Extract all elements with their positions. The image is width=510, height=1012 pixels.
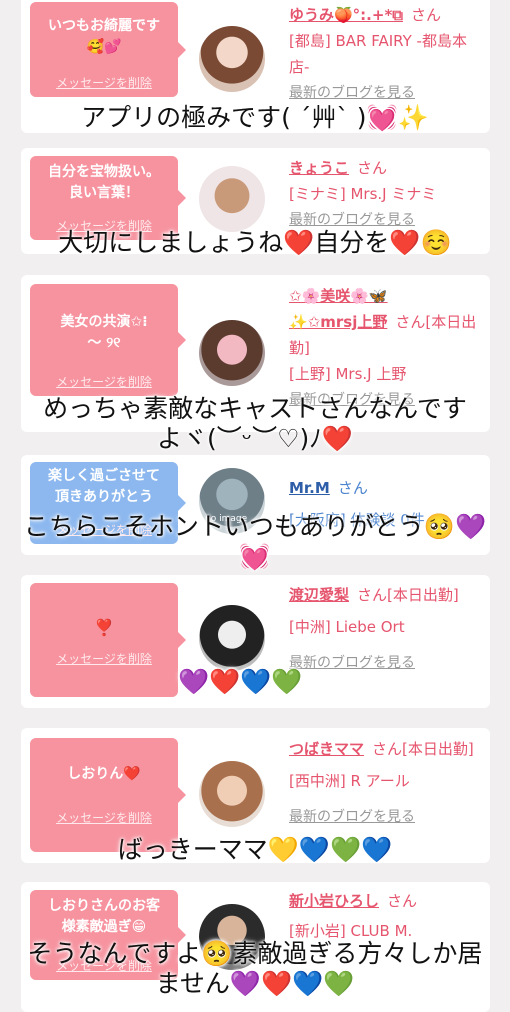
name-line: 新小岩ひろし さん — [289, 888, 485, 914]
honorific: さん[本日出勤] — [357, 586, 459, 604]
member-name-link-2[interactable]: ✨✩mrsj上野 — [289, 313, 387, 331]
member-name-link[interactable]: 新小岩ひろし — [289, 892, 379, 910]
shop-name: [西中洲] R アール — [289, 772, 410, 790]
avatar[interactable] — [199, 761, 265, 827]
message-text: ❣️ — [94, 618, 114, 637]
overlay-caption: こちらこそホントいつもありがとう🥺💜 💓 — [23, 512, 487, 571]
avatar[interactable] — [199, 166, 265, 232]
name-line: Mr.M さん — [289, 475, 485, 501]
member-name-link[interactable]: 渡辺愛梨 — [289, 586, 349, 604]
delete-message-link[interactable]: メッセージを削除 — [30, 74, 178, 91]
shop-name: [都島] BAR FAIRY -都島本店- — [289, 32, 467, 76]
message-bubble: ❣️ メッセージを削除 — [30, 583, 186, 697]
delete-message-link[interactable]: メッセージを削除 — [30, 809, 178, 826]
member-name-link[interactable]: Mr.M — [289, 479, 330, 497]
honorific: さん — [411, 6, 442, 24]
overlay-caption: アプリの極みです( ˊ艸ˋ )💓✨ — [81, 103, 429, 132]
message-bubble: いつもお綺麗です 🥰💕 メッセージを削除 — [30, 2, 186, 97]
honorific: さん — [387, 892, 418, 910]
shop-name: [上野] Mrs.J 上野 — [289, 365, 407, 383]
delete-message-link[interactable]: メッセージを削除 — [30, 373, 178, 390]
member-name-link[interactable]: ✩🌸美咲🌸🦋 — [289, 287, 388, 305]
name-line: ゆうみ🍑°:.+*⧉ さん — [289, 2, 485, 28]
shop-name: [中洲] Liebe Ort — [289, 618, 405, 636]
overlay-caption: 大切にしましょうね❤️自分を❤️☺️ — [58, 228, 452, 257]
avatar[interactable] — [199, 605, 265, 671]
message-text: 楽しく過ごさせて 頂きありがとう — [48, 468, 160, 505]
overlay-caption: そうなんですよ🥺素敵過ぎる方々しか居 ません💜❤️💙💚 — [27, 939, 483, 998]
honorific: さん — [357, 159, 388, 177]
overlay-caption: ばっきーママ💛💙💚💙 — [117, 835, 393, 864]
member-name-link[interactable]: つばきママ — [289, 740, 364, 758]
shop-name: [ミナミ] Mrs.J ミナミ — [289, 185, 437, 203]
member-info: 新小岩ひろし さん [新小岩] CLUB M. — [289, 888, 485, 944]
overlay-caption: めっちゃ素敵なキャストさんなんです よヾ(︶ᵕ︶♡)ﾉ❤️ — [43, 394, 467, 453]
avatar[interactable] — [199, 26, 265, 92]
delete-message-link[interactable]: メッセージを削除 — [30, 650, 178, 667]
latest-blog-link[interactable]: 最新のブログを見る — [289, 804, 485, 830]
avatar[interactable] — [199, 320, 265, 386]
latest-blog-link[interactable]: 最新のブログを見る — [289, 650, 485, 676]
honorific: さん — [337, 479, 368, 497]
member-name-link[interactable]: きょうこ — [289, 159, 349, 177]
member-info: ゆうみ🍑°:.+*⧉ さん [都島] BAR FAIRY -都島本店- 最新のブロ… — [289, 2, 485, 106]
name-line: ✨✩mrsj上野 さん[本日出勤] — [289, 309, 485, 361]
member-info: つばきママ さん[本日出勤] [西中洲] R アール 最新のブログを見る — [289, 736, 485, 830]
member-info: 渡辺愛梨 さん[本日出勤] [中洲] Liebe Ort 最新のブログを見る — [289, 582, 485, 676]
message-bubble: 美女の共演✩⁝ 〜 ୨୧ メッセージを削除 — [30, 284, 186, 396]
name-line: きょうこ さん — [289, 155, 485, 181]
member-name-link[interactable]: ゆうみ🍑°:.+*⧉ — [289, 6, 403, 24]
honorific: さん[本日出勤] — [372, 740, 474, 758]
overlay-caption: 💜❤️💙💚 — [178, 667, 303, 696]
name-line: ✩🌸美咲🌸🦋 — [289, 283, 485, 309]
message-text: いつもお綺麗です 🥰💕 — [48, 18, 160, 55]
name-line: 渡辺愛梨 さん[本日出勤] — [289, 582, 485, 608]
message-text: 美女の共演✩⁝ 〜 ୨୧ — [60, 314, 148, 351]
message-text: しおりん❤️ — [67, 766, 141, 782]
message-text: 自分を宝物扱い。 良い言葉！ — [48, 164, 160, 201]
message-text: しおりさんのお客 様素敵過ぎ😁 — [48, 898, 160, 935]
name-line: つばきママ さん[本日出勤] — [289, 736, 485, 762]
member-info: きょうこ さん [ミナミ] Mrs.J ミナミ 最新のブログを見る — [289, 155, 485, 233]
